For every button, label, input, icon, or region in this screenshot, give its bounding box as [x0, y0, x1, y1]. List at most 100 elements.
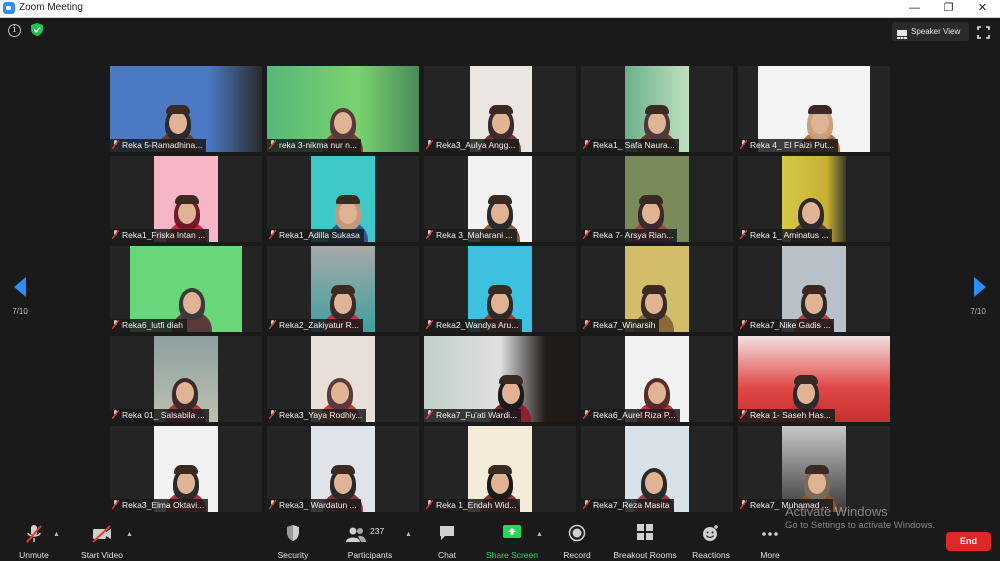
unmute-label: Unmute [19, 550, 49, 560]
participant-video-tile[interactable]: Reka7_ Muhamad ... [738, 426, 890, 512]
participant-name: Reka 01_ Salsabila ... [122, 410, 205, 420]
participant-video-tile[interactable]: Reka 1- Saseh Has... [738, 336, 890, 422]
muted-mic-icon [425, 499, 434, 510]
muted-mic-icon [268, 409, 277, 420]
breakout-rooms-button[interactable]: Breakout Rooms [610, 524, 680, 560]
participant-video-tile[interactable]: Reka7_Fu'ati Wardi... [424, 336, 576, 422]
participant-name-tag: Reka2_Zakiyatur R... [267, 319, 363, 332]
participant-name-tag: Reka3_Aulya Angg... [424, 139, 520, 152]
participants-label: Participants [347, 550, 393, 560]
start-video-label: Start Video [81, 550, 123, 560]
security-shield-icon [274, 524, 312, 544]
minimize-button[interactable]: — [898, 0, 931, 17]
participant-name-tag: Reka 1_ Aminatus ... [738, 229, 833, 242]
participant-video-tile[interactable]: Reka7_Nike Gadis ... [738, 246, 890, 332]
video-off-icon [78, 524, 126, 544]
share-screen-button[interactable]: Share Screen [484, 524, 540, 560]
participant-name: Reka7_Winarsih [593, 320, 656, 330]
participant-name-tag: Reka6_lutfi diah [110, 319, 187, 332]
participant-name-tag: Reka7_Winarsih [581, 319, 660, 332]
muted-mic-icon [268, 229, 277, 240]
audio-options-chevron-up-icon[interactable]: ▲ [53, 531, 60, 538]
participant-name-tag: Reka3_Yaya Rodhiy... [267, 409, 367, 422]
chat-button[interactable]: Chat [432, 524, 462, 560]
participant-video-tile[interactable]: Reka 3_Maharani ... [424, 156, 576, 242]
muted-mic-icon [111, 409, 120, 420]
participant-name: Reka 1_Endah Wid... [436, 500, 517, 510]
record-label: Record [563, 550, 591, 560]
participant-name: Reka 7- Arsya Rian... [593, 230, 674, 240]
participant-name-tag: Reka 3_Maharani ... [424, 229, 517, 242]
share-options-chevron-up-icon[interactable]: ▲ [536, 531, 543, 538]
participant-name-tag: reka 3-nikma nur n... [267, 139, 361, 152]
more-button[interactable]: More [754, 524, 786, 560]
participant-video-tile[interactable]: Reka1_ Safa Naura... [581, 66, 733, 152]
muted-mic-icon [582, 139, 591, 150]
participants-button[interactable]: 237 Participants [344, 524, 396, 560]
muted-mic-icon [425, 229, 434, 240]
participant-video-tile[interactable]: Reka 4_ El Faizi Put... [738, 66, 890, 152]
page-indicator-right: 7/10 [970, 307, 986, 316]
shield-icon[interactable] [31, 23, 43, 41]
watermark-title: Activate Windows [785, 504, 888, 519]
chat-label: Chat [438, 550, 456, 560]
participant-video-tile[interactable]: Reka 5-Ramadhina... [110, 66, 262, 152]
participants-options-chevron-up-icon[interactable]: ▲ [405, 531, 412, 538]
muted-mic-icon [425, 409, 434, 420]
participant-video-tile[interactable]: Reka2_Wandya Aru... [424, 246, 576, 332]
participant-video-tile[interactable]: Reka2_Zakiyatur R... [267, 246, 419, 332]
participant-video-tile[interactable]: Reka 1_ Aminatus ... [738, 156, 890, 242]
reactions-button[interactable]: Reactions [690, 524, 732, 560]
fullscreen-icon[interactable] [977, 26, 990, 44]
muted-mic-icon [582, 499, 591, 510]
maximize-button[interactable]: ❐ [932, 0, 965, 17]
info-icon[interactable]: i [8, 24, 21, 37]
participant-video-tile[interactable]: Reka1_Adilla Sukasa [267, 156, 419, 242]
muted-mic-icon [739, 319, 748, 330]
participant-name-tag: Reka1_ Safa Naura... [581, 139, 679, 152]
participant-name: Reka6_Aurel Riza P... [593, 410, 676, 420]
record-icon [560, 524, 594, 544]
video-options-chevron-up-icon[interactable]: ▲ [126, 531, 133, 538]
muted-mic-icon [582, 229, 591, 240]
speaker-view-button[interactable]: Speaker View [892, 22, 969, 41]
participant-video-tile[interactable]: Reka1_Friska Intan ... [110, 156, 262, 242]
activate-windows-watermark: Activate Windows Go to Settings to activ… [785, 504, 935, 531]
close-window-button[interactable]: ✕ [966, 0, 999, 17]
participant-name: Reka3_Aulya Angg... [436, 140, 516, 150]
participant-name-tag: Reka2_Wandya Aru... [424, 319, 523, 332]
participant-name: Reka2_Zakiyatur R... [279, 320, 359, 330]
participant-video-tile[interactable]: Reka3_Yaya Rodhiy... [267, 336, 419, 422]
participant-name-tag: Reka6_Aurel Riza P... [581, 409, 680, 422]
unmute-button[interactable]: Unmute [14, 524, 54, 560]
participant-video-tile[interactable]: Reka 7- Arsya Rian... [581, 156, 733, 242]
window-title-bar: Zoom Meeting — ❐ ✕ [0, 0, 1000, 18]
muted-mic-icon [111, 499, 120, 510]
participant-video-tile[interactable]: Reka3_Aulya Angg... [424, 66, 576, 152]
share-screen-icon [484, 524, 540, 544]
muted-microphone-icon [14, 524, 54, 544]
participant-video-tile[interactable]: Reka 01_ Salsabila ... [110, 336, 262, 422]
participant-video-tile[interactable]: Reka 1_Endah Wid... [424, 426, 576, 512]
participant-video-tile[interactable]: Reka7_Reza Masita [581, 426, 733, 512]
participant-video-tile[interactable]: Reka3_Elma Oktavi... [110, 426, 262, 512]
muted-mic-icon [582, 319, 591, 330]
muted-mic-icon [739, 499, 748, 510]
participant-name: Reka 1_ Aminatus ... [750, 230, 829, 240]
participant-name: reka 3-nikma nur n... [279, 140, 357, 150]
start-video-button[interactable]: Start Video [78, 524, 126, 560]
participant-video-tile[interactable]: reka 3-nikma nur n... [267, 66, 419, 152]
record-button[interactable]: Record [560, 524, 594, 560]
security-label: Security [277, 550, 309, 560]
participant-video-tile[interactable]: Reka6_Aurel Riza P... [581, 336, 733, 422]
security-button[interactable]: Security [274, 524, 312, 560]
previous-page-button[interactable] [10, 277, 30, 302]
participant-name: Reka7_Fu'ati Wardi... [436, 410, 518, 420]
participant-video-tile[interactable]: Reka3_ Wardatun ... [267, 426, 419, 512]
share-screen-label: Share Screen [486, 550, 538, 560]
next-page-button[interactable] [970, 277, 990, 302]
participant-video-tile[interactable]: Reka7_Winarsih [581, 246, 733, 332]
participant-video-tile[interactable]: Reka6_lutfi diah [110, 246, 262, 332]
participant-name: Reka3_ Wardatun ... [279, 500, 357, 510]
end-meeting-button[interactable]: End [946, 532, 991, 551]
